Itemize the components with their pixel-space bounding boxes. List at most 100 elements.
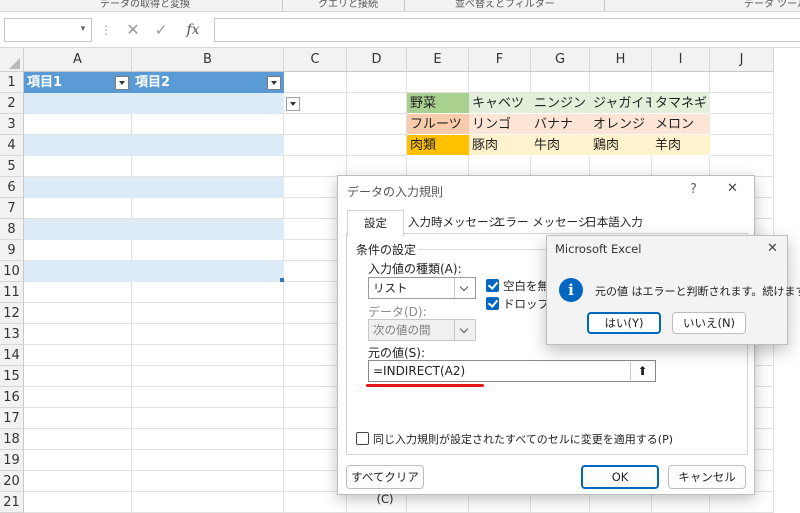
column-header-f[interactable]: F (469, 48, 531, 72)
cell-e3[interactable]: フルーツ (407, 114, 469, 135)
cell-a19[interactable] (24, 450, 132, 471)
cell-b19[interactable] (132, 450, 284, 471)
row-header-3[interactable]: 3 (0, 114, 24, 135)
row-header-9[interactable]: 9 (0, 240, 24, 261)
cell-b8[interactable] (132, 219, 284, 240)
column-header-g[interactable]: G (531, 48, 590, 72)
column-header-d[interactable]: D (347, 48, 407, 72)
validation-dropdown-icon[interactable] (286, 97, 300, 111)
close-icon[interactable]: ✕ (727, 181, 738, 196)
cell-h2[interactable]: ジャガイモ (590, 93, 652, 114)
collapse-range-icon[interactable]: ⬆ (630, 362, 654, 380)
cell-j3[interactable] (710, 114, 774, 135)
cell-h4[interactable]: 鶏肉 (590, 135, 652, 156)
cell-e1[interactable] (407, 72, 469, 93)
cell-h1[interactable] (590, 72, 652, 93)
cell-h21[interactable] (590, 492, 652, 513)
cell-c21[interactable] (284, 492, 347, 513)
tab-ime[interactable]: 日本語入力 (580, 210, 648, 234)
cell-c5[interactable] (284, 156, 347, 177)
row-header-17[interactable]: 17 (0, 408, 24, 429)
cell-a20[interactable] (24, 471, 132, 492)
column-header-b[interactable]: B (132, 48, 284, 72)
row-header-13[interactable]: 13 (0, 324, 24, 345)
cell-g21[interactable] (531, 492, 590, 513)
row-header-18[interactable]: 18 (0, 429, 24, 450)
cell-g2[interactable]: ニンジン (531, 93, 590, 114)
cell-f21[interactable] (469, 492, 531, 513)
cell-a7[interactable] (24, 198, 132, 219)
cell-i3[interactable]: メロン (652, 114, 710, 135)
column-header-h[interactable]: H (590, 48, 652, 72)
cell-a5[interactable] (24, 156, 132, 177)
close-icon[interactable]: ✕ (767, 241, 778, 256)
cell-f1[interactable] (469, 72, 531, 93)
cell-e21[interactable] (407, 492, 469, 513)
cell-d5[interactable] (347, 156, 407, 177)
type-select[interactable]: リスト (368, 277, 476, 299)
row-header-5[interactable]: 5 (0, 156, 24, 177)
formula-input[interactable] (214, 18, 800, 42)
cell-i1[interactable] (652, 72, 710, 93)
cell-b17[interactable] (132, 408, 284, 429)
cancel-button[interactable]: キャンセル (668, 465, 746, 489)
column-header-e[interactable]: E (407, 48, 469, 72)
cell-h3[interactable]: オレンジ (590, 114, 652, 135)
cell-b11[interactable] (132, 282, 284, 303)
filter-dropdown-icon[interactable] (115, 76, 129, 90)
cell-b9[interactable] (132, 240, 284, 261)
cell-b12[interactable] (132, 303, 284, 324)
cell-f2[interactable]: キャベツ (469, 93, 531, 114)
row-header-1[interactable]: 1 (0, 72, 24, 93)
cell-a2[interactable] (24, 93, 132, 114)
cell-a6[interactable] (24, 177, 132, 198)
cell-i21[interactable] (652, 492, 710, 513)
row-header-14[interactable]: 14 (0, 345, 24, 366)
row-header-6[interactable]: 6 (0, 177, 24, 198)
cell-b5[interactable] (132, 156, 284, 177)
cell-f4[interactable]: 豚肉 (469, 135, 531, 156)
cell-e2[interactable]: 野菜 (407, 93, 469, 114)
cell-a3[interactable] (24, 114, 132, 135)
no-button[interactable]: いいえ(N) (672, 312, 746, 334)
cell-b7[interactable] (132, 198, 284, 219)
cell-h5[interactable] (590, 156, 652, 177)
cell-b6[interactable] (132, 177, 284, 198)
cell-f3[interactable]: リンゴ (469, 114, 531, 135)
cell-d2[interactable] (347, 93, 407, 114)
cell-j1[interactable] (710, 72, 774, 93)
cell-d1[interactable] (347, 72, 407, 93)
cell-g1[interactable] (531, 72, 590, 93)
cell-a18[interactable] (24, 429, 132, 450)
column-header-c[interactable]: C (284, 48, 347, 72)
cell-j21[interactable] (710, 492, 774, 513)
cell-d3[interactable] (347, 114, 407, 135)
cell-j2[interactable] (710, 93, 774, 114)
cell-j5[interactable] (710, 156, 774, 177)
cell-e4[interactable]: 肉類 (407, 135, 469, 156)
cell-b10[interactable] (132, 261, 284, 282)
cell-a17[interactable] (24, 408, 132, 429)
cell-i4[interactable]: 羊肉 (652, 135, 710, 156)
ok-button[interactable]: OK (581, 465, 659, 489)
cell-d4[interactable] (347, 135, 407, 156)
cell-b15[interactable] (132, 366, 284, 387)
help-icon[interactable]: ? (690, 182, 697, 197)
cell-b18[interactable] (132, 429, 284, 450)
cell-a4[interactable] (24, 135, 132, 156)
cell-a16[interactable] (24, 387, 132, 408)
cell-g3[interactable]: バナナ (531, 114, 590, 135)
cell-a14[interactable] (24, 345, 132, 366)
cell-a12[interactable] (24, 303, 132, 324)
row-header-7[interactable]: 7 (0, 198, 24, 219)
cell-b2[interactable] (132, 93, 284, 114)
cancel-entry-icon[interactable]: ✕ (122, 18, 144, 42)
cell-b3[interactable] (132, 114, 284, 135)
source-input[interactable]: =INDIRECT(A2) (368, 360, 656, 382)
row-header-21[interactable]: 21 (0, 492, 24, 513)
cell-a21[interactable] (24, 492, 132, 513)
apply-all-checkbox[interactable] (356, 432, 369, 445)
row-header-20[interactable]: 20 (0, 471, 24, 492)
cell-a15[interactable] (24, 366, 132, 387)
cell-b14[interactable] (132, 345, 284, 366)
